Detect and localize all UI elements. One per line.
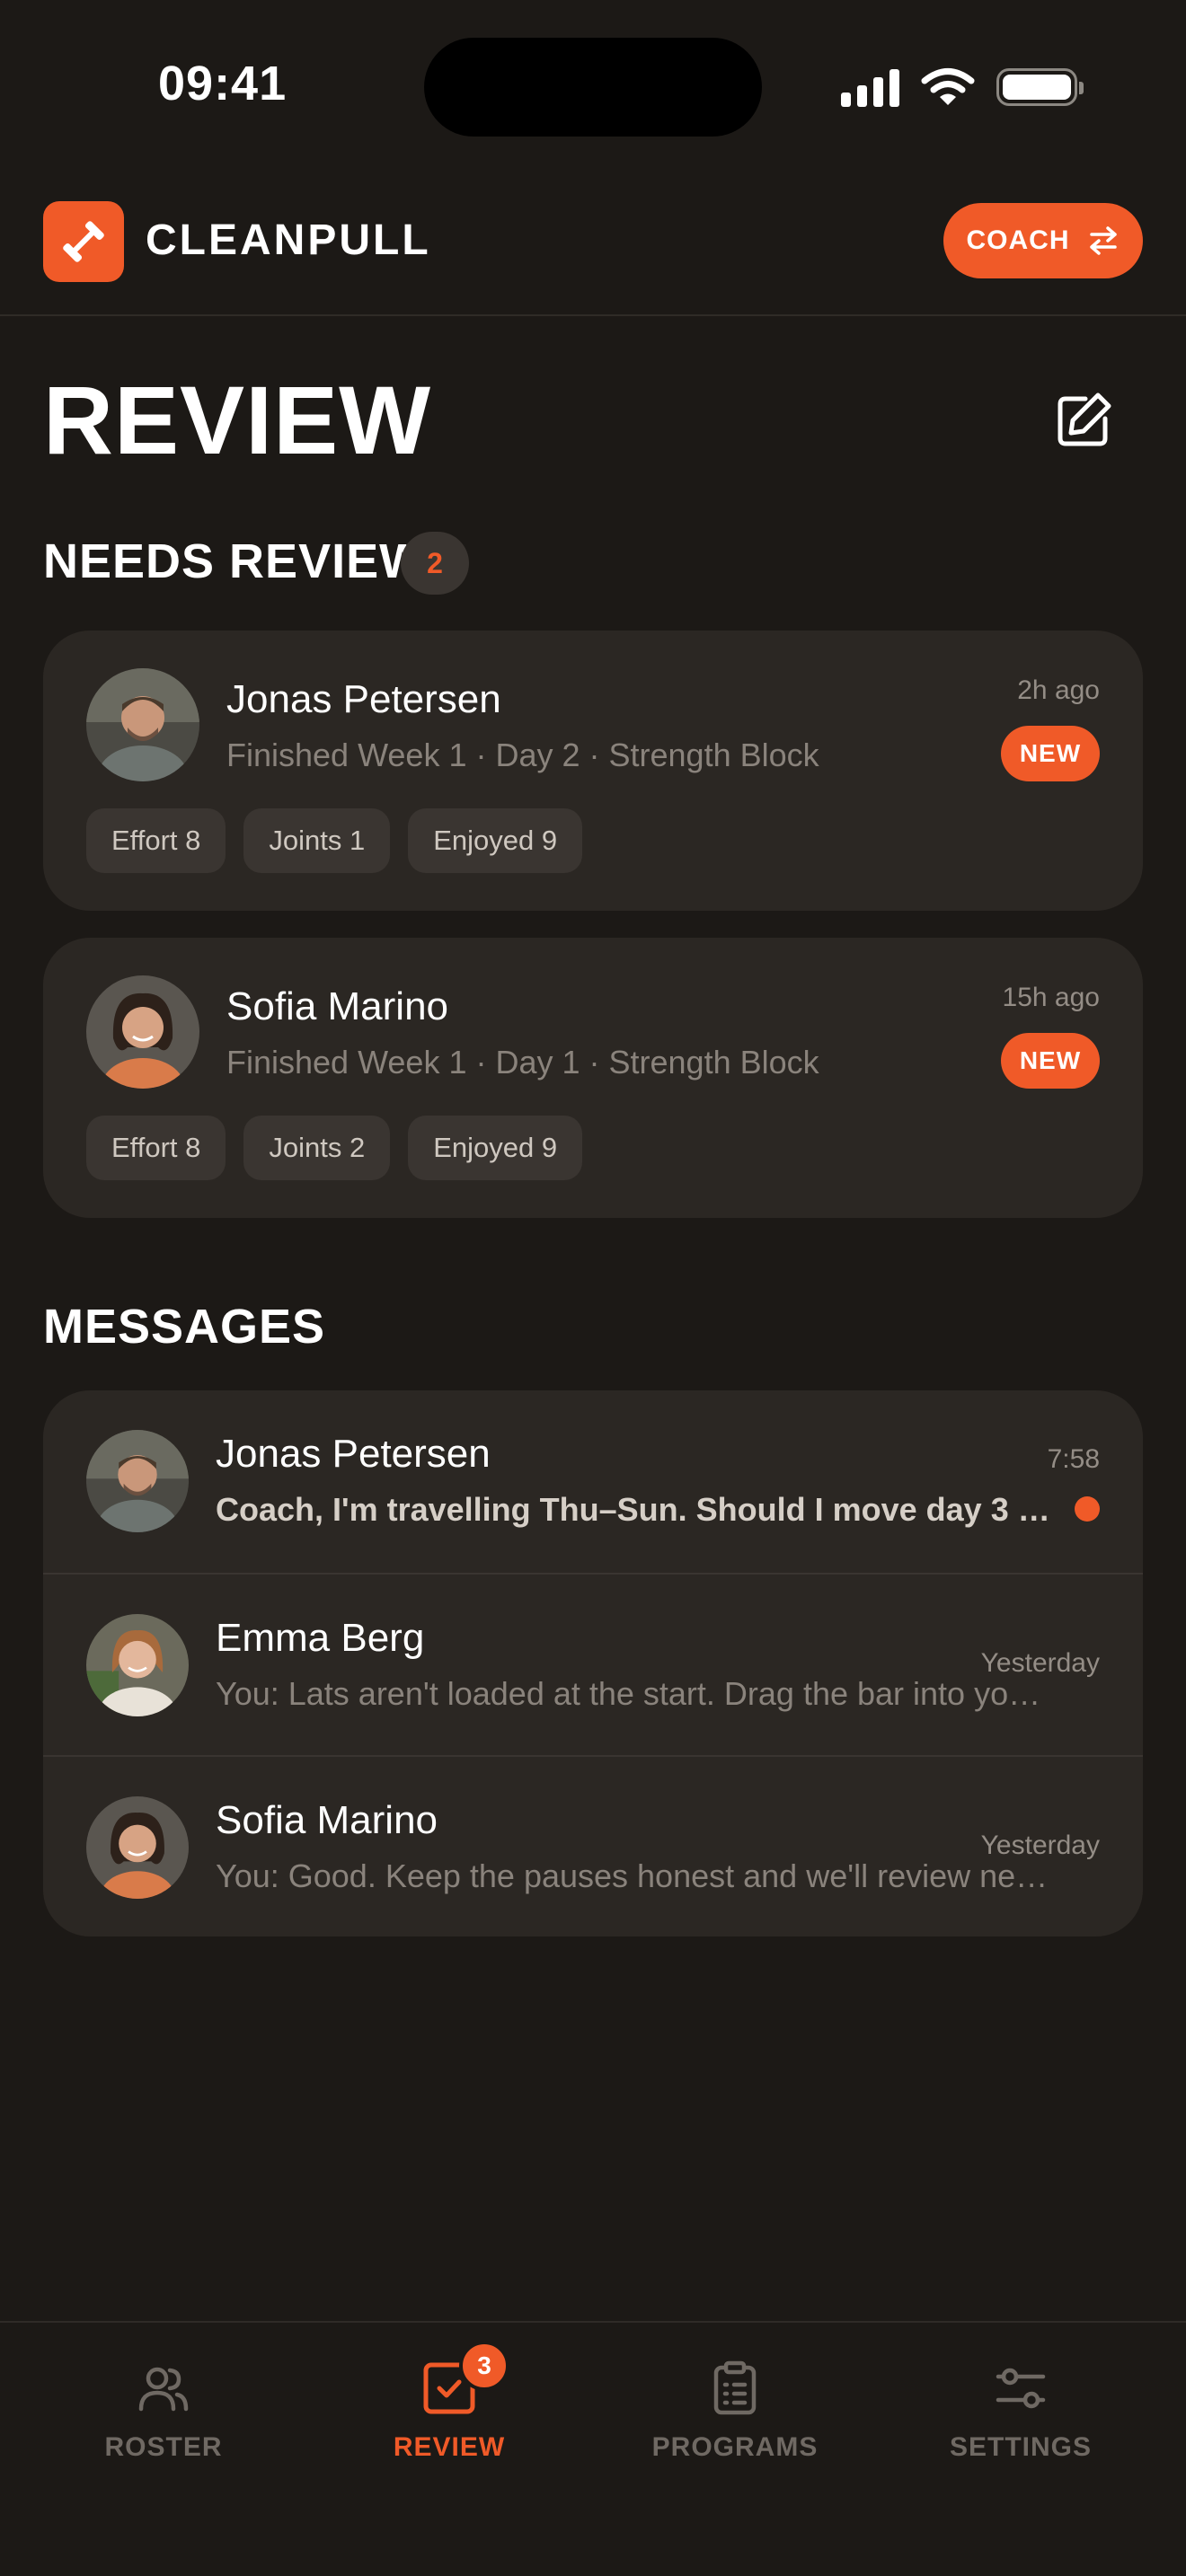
- compose-icon: [1058, 393, 1111, 446]
- coach-switch-button[interactable]: COACH: [943, 203, 1143, 278]
- messages-title: MESSAGES: [43, 1300, 326, 1354]
- tab-programs[interactable]: PROGRAMS: [618, 2359, 852, 2475]
- message-thread[interactable]: Emma Berg You: Lats aren't loaded at the…: [43, 1573, 1143, 1755]
- new-badge: NEW: [1001, 1033, 1100, 1089]
- app-logo: [43, 201, 124, 282]
- avatar: [86, 1796, 189, 1899]
- tab-roster[interactable]: ROSTER: [47, 2359, 280, 2475]
- message-thread[interactable]: Sofia Marino You: Good. Keep the pauses …: [43, 1755, 1143, 1936]
- joints-chip: Joints 1: [243, 808, 391, 873]
- avatar: [86, 1430, 189, 1532]
- message-time: Yesterday: [980, 1831, 1100, 1860]
- rating-chips: Effort 8 Joints 2 Enjoyed 9: [86, 1116, 583, 1180]
- users-icon: [134, 2359, 193, 2418]
- tab-label: PROGRAMS: [651, 2432, 819, 2462]
- session-summary: Finished Week 1 · Day 2 · Strength Block: [226, 737, 819, 773]
- tab-review[interactable]: 3 REVIEW: [332, 2341, 566, 2475]
- athlete-name: Jonas Petersen: [226, 677, 501, 721]
- avatar: [86, 975, 199, 1089]
- compose-button[interactable]: [1051, 388, 1116, 453]
- tab-bar: ROSTER 3 REVIEW PROGRAMS SETTINGS: [0, 2321, 1186, 2576]
- enjoyed-chip: Enjoyed 9: [408, 1116, 583, 1180]
- app-header: CLEANPULL COACH: [0, 171, 1186, 316]
- avatar: [86, 668, 199, 781]
- contact-name: Emma Berg: [216, 1616, 425, 1660]
- new-badge: NEW: [1001, 726, 1100, 781]
- dynamic-island: [424, 38, 762, 137]
- effort-chip: Effort 8: [86, 1116, 226, 1180]
- message-preview: Coach, I'm travelling Thu–Sun. Should I …: [216, 1491, 1057, 1528]
- brand-name: CLEANPULL: [146, 216, 431, 264]
- avatar: [86, 1614, 189, 1716]
- joints-chip: Joints 2: [243, 1116, 391, 1180]
- coach-button-label: COACH: [966, 225, 1070, 255]
- timestamp: 15h ago: [1002, 983, 1100, 1012]
- message-time: 7:58: [1047, 1444, 1100, 1474]
- review-card[interactable]: Sofia Marino Finished Week 1 · Day 1 · S…: [43, 938, 1143, 1218]
- message-preview: You: Lats aren't loaded at the start. Dr…: [216, 1675, 1057, 1712]
- page-title: REVIEW: [43, 366, 432, 474]
- athlete-name: Sofia Marino: [226, 984, 449, 1028]
- clipboard-icon: [705, 2359, 765, 2418]
- unread-indicator: [1075, 1496, 1100, 1522]
- sliders-icon: [991, 2359, 1050, 2418]
- status-time: 09:41: [158, 57, 288, 110]
- dumbbell-icon: [63, 221, 104, 262]
- timestamp: 2h ago: [1017, 675, 1100, 705]
- status-icons: [841, 65, 1084, 110]
- tab-settings[interactable]: SETTINGS: [904, 2359, 1137, 2475]
- battery-icon: [996, 68, 1084, 106]
- wifi-icon: [921, 68, 975, 105]
- review-card[interactable]: Jonas Petersen Finished Week 1 · Day 2 ·…: [43, 631, 1143, 911]
- status-bar: 09:41: [0, 0, 1186, 171]
- session-summary: Finished Week 1 · Day 1 · Strength Block: [226, 1044, 819, 1081]
- contact-name: Jonas Petersen: [216, 1432, 491, 1476]
- message-preview: You: Good. Keep the pauses honest and we…: [216, 1857, 1057, 1894]
- message-thread[interactable]: Jonas Petersen Coach, I'm travelling Thu…: [43, 1390, 1143, 1573]
- cellular-signal-icon: [841, 67, 899, 107]
- needs-review-count: 2: [401, 532, 469, 595]
- enjoyed-chip: Enjoyed 9: [408, 808, 583, 873]
- tab-label: REVIEW: [393, 2432, 506, 2462]
- tab-label: ROSTER: [104, 2432, 223, 2462]
- rating-chips: Effort 8 Joints 1 Enjoyed 9: [86, 808, 583, 873]
- review-tab-badge: 3: [459, 2341, 509, 2391]
- tab-label: SETTINGS: [949, 2432, 1092, 2462]
- effort-chip: Effort 8: [86, 808, 226, 873]
- needs-review-title: NEEDS REVIEW: [43, 534, 427, 588]
- switch-arrows-icon: [1089, 226, 1117, 255]
- app-screen: 09:41 CLEANPULL COACH REVIEW NEEDS REVIE…: [0, 0, 1186, 2576]
- messages-list: Jonas Petersen Coach, I'm travelling Thu…: [43, 1390, 1143, 1936]
- contact-name: Sofia Marino: [216, 1798, 438, 1842]
- checklist-icon: 3: [420, 2341, 509, 2418]
- message-time: Yesterday: [980, 1648, 1100, 1678]
